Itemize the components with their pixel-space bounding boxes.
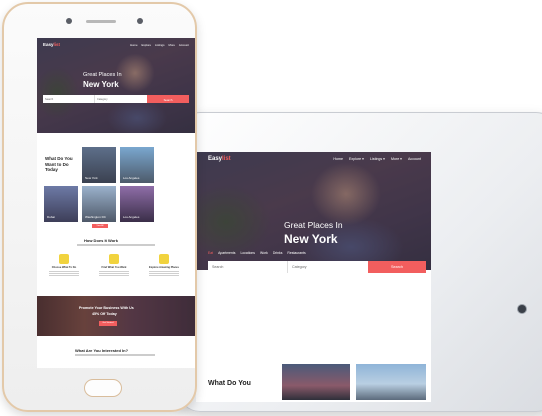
category-select[interactable]: Category xyxy=(288,261,368,273)
category-apartments[interactable]: Apartments xyxy=(218,251,235,255)
tile-label: New York xyxy=(85,176,98,180)
tablet-menu: Home Explore ▾ Listings ▾ More ▾ Account xyxy=(333,157,421,161)
view-all-button[interactable]: View All xyxy=(92,224,108,228)
category-tabs: Eat Apartments Locations Work Drinks Res… xyxy=(208,251,306,255)
phone-speaker xyxy=(86,20,116,23)
nav-more[interactable]: More xyxy=(169,43,175,47)
step-description xyxy=(149,271,179,277)
logo-text-part2: list xyxy=(53,42,61,47)
nav-explore[interactable]: Explore xyxy=(142,43,151,47)
phone-section-title: What Do You Want to Do Today xyxy=(45,156,73,172)
tile-label: Dubai xyxy=(47,215,55,219)
promo-title: Promote Your Business With Us xyxy=(79,306,134,310)
category-drinks[interactable]: Drinks xyxy=(273,251,283,255)
tablet-navbar: Easylist Home Explore ▾ Listings ▾ More … xyxy=(196,152,431,166)
search-bar: Search Category Search xyxy=(43,95,189,103)
tile-card[interactable]: Washington DC xyxy=(82,186,116,222)
logo-text-part2: list xyxy=(222,156,231,162)
device-mockup: Easylist Home Explore ▾ Listings ▾ More … xyxy=(0,0,542,416)
interest-subtitle xyxy=(75,354,155,356)
tile-label: Los Angeles xyxy=(123,176,140,180)
tablet-logo[interactable]: Easylist xyxy=(208,156,231,162)
nav-account[interactable]: Account xyxy=(408,157,421,161)
search-button[interactable]: Search xyxy=(368,261,426,273)
nav-more[interactable]: More ▾ xyxy=(391,157,402,161)
how-it-works-title: How Does It Work xyxy=(84,238,118,243)
step-title: Explore Amazing Places xyxy=(149,266,179,269)
tablet-tile-image[interactable] xyxy=(356,364,426,400)
step-item: Explore Amazing Places xyxy=(145,254,183,277)
how-it-works-subtitle xyxy=(77,244,155,246)
phone-camera xyxy=(66,18,72,24)
step-title: Find What You Want xyxy=(101,266,127,269)
search-bar: Search Category Search xyxy=(208,261,426,273)
step-title: Choose What To Do xyxy=(51,266,77,269)
tile-card[interactable]: Los Angeles xyxy=(120,147,154,183)
step-item: Find What You Want xyxy=(95,254,133,277)
tile-label: Los Angeles xyxy=(123,215,140,219)
phone-sensor xyxy=(137,18,143,24)
phone-home-button[interactable] xyxy=(84,379,122,397)
promo-subtitle: 45% Off Today xyxy=(92,312,117,316)
step-description xyxy=(49,271,79,277)
search-button[interactable]: Search xyxy=(147,95,189,103)
nav-account[interactable]: Account xyxy=(179,43,189,47)
nav-explore[interactable]: Explore ▾ xyxy=(349,157,364,161)
category-locations[interactable]: Locations xyxy=(240,251,255,255)
beach-icon xyxy=(159,254,169,264)
interest-title: What Are You Interested In? xyxy=(75,348,129,353)
location-icon xyxy=(109,254,119,264)
promo-banner xyxy=(37,296,195,336)
logo-text-part1: Easy xyxy=(208,156,223,162)
nav-home[interactable]: Home xyxy=(333,157,343,161)
category-eat[interactable]: Eat xyxy=(208,251,213,255)
tile-card[interactable]: Dubai xyxy=(44,186,78,222)
tablet-tile-image[interactable] xyxy=(282,364,350,400)
hero-title-line2: New York xyxy=(284,232,338,246)
phone-logo[interactable]: Easylist xyxy=(43,42,60,47)
tablet-section-title: What Do You xyxy=(208,380,251,387)
nav-listings[interactable]: Listings ▾ xyxy=(370,157,385,161)
category-select[interactable]: Category xyxy=(95,95,147,103)
hero-title-line1: Great Places In xyxy=(284,220,343,230)
logo-text-part1: Easy xyxy=(43,42,54,47)
phone-menu: Home Explore Listings More Account xyxy=(130,43,189,47)
step-description xyxy=(99,271,129,277)
hero-title-line1: Great Places In xyxy=(83,72,122,78)
tablet-home-button xyxy=(518,305,526,313)
tile-card[interactable]: New York xyxy=(82,147,116,183)
phone-screen: Easylist Home Explore Listings More Acco… xyxy=(37,38,195,368)
step-item: Choose What To Do xyxy=(45,254,83,277)
search-input[interactable]: Search xyxy=(43,95,95,103)
nav-home[interactable]: Home xyxy=(130,43,137,47)
tile-card[interactable]: Los Angeles xyxy=(120,186,154,222)
hero-title-line2: New York xyxy=(83,80,119,89)
nav-listings[interactable]: Listings xyxy=(155,43,164,47)
promo-button[interactable]: Get Started xyxy=(99,321,117,326)
map-icon xyxy=(59,254,69,264)
search-input[interactable]: Search xyxy=(208,261,288,273)
category-restaurants[interactable]: Restaurants xyxy=(287,251,305,255)
category-work[interactable]: Work xyxy=(260,251,268,255)
tile-label: Washington DC xyxy=(85,215,106,219)
